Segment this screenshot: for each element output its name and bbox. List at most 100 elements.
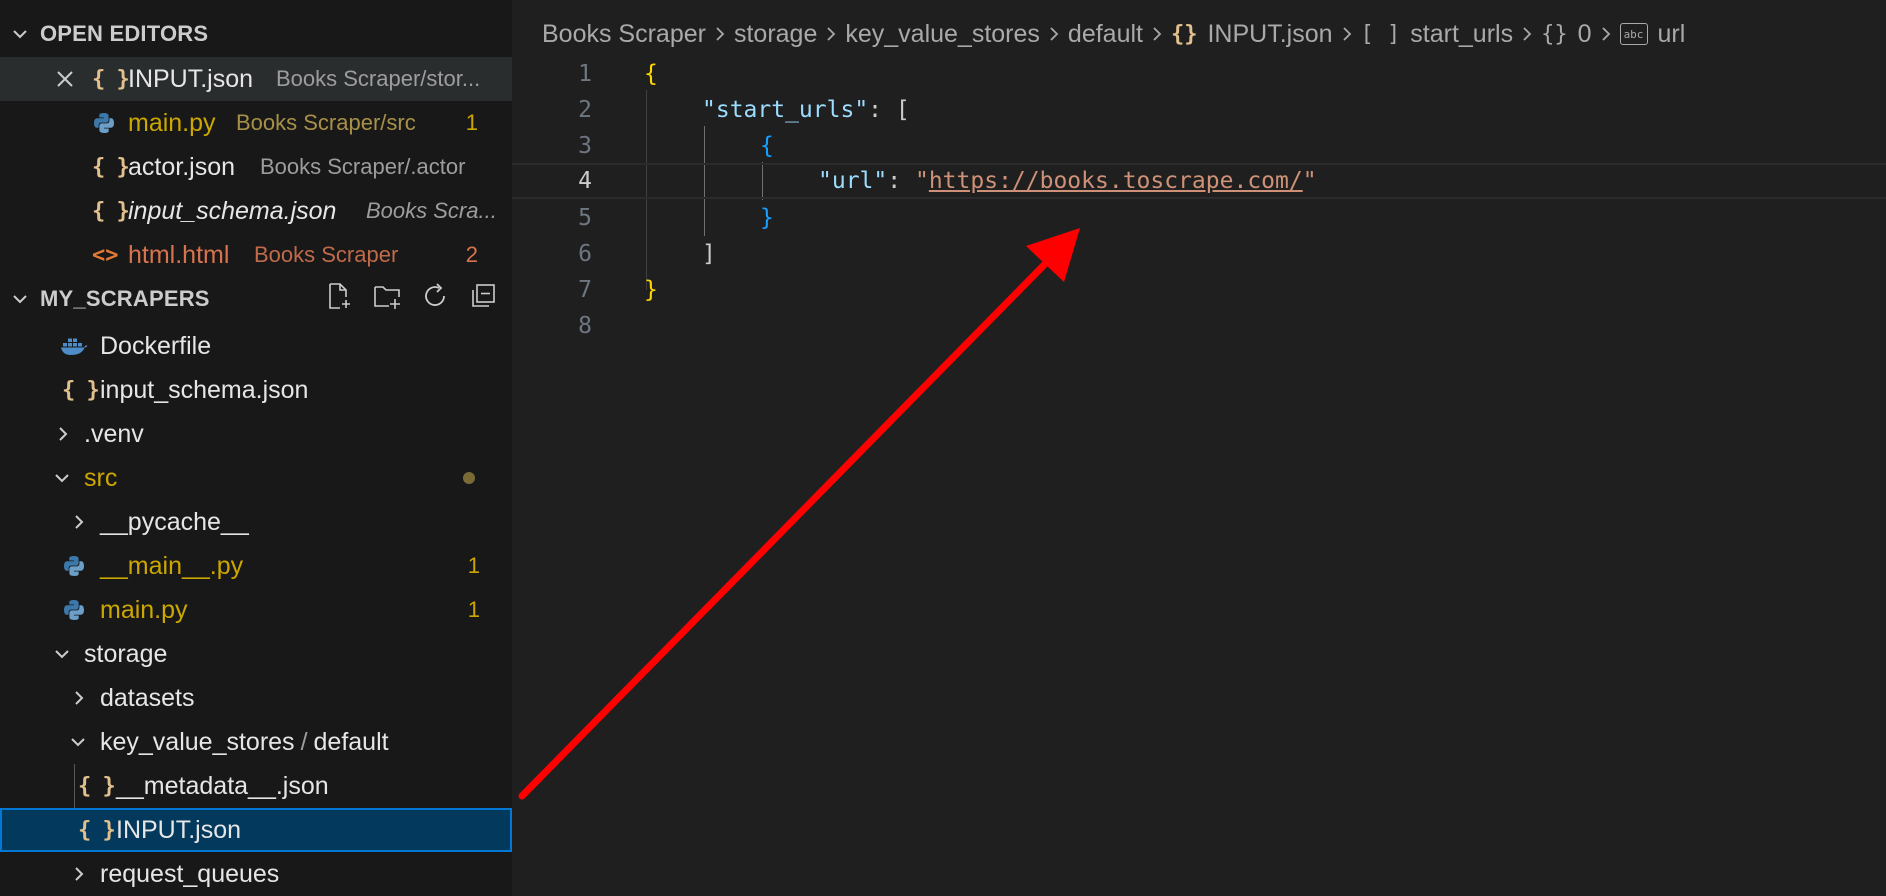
code-line-current[interactable]: 4 "url": "https://books.toscrape.com/" bbox=[512, 163, 1886, 199]
problem-count-badge: 2 bbox=[465, 242, 478, 267]
html-file-icon: <> bbox=[92, 242, 119, 268]
breadcrumb-item[interactable]: key_value_stores bbox=[845, 20, 1040, 49]
open-editor-item[interactable]: { } input_schema.json Books Scra... bbox=[0, 189, 512, 233]
open-editor-name: main.py bbox=[128, 108, 216, 137]
breadcrumb-item[interactable]: {} 0 bbox=[1541, 20, 1591, 49]
tree-item-src[interactable]: src bbox=[0, 456, 512, 500]
tree-item-label: storage bbox=[84, 639, 168, 668]
folder-name: key_value_stores bbox=[100, 727, 295, 756]
tree-item-dockerfile[interactable]: Dockerfile bbox=[0, 324, 512, 368]
chevron-right-icon bbox=[1592, 25, 1620, 43]
tree-item-key-value-stores[interactable]: key_value_stores / default bbox=[0, 720, 512, 764]
chevron-right-icon bbox=[1513, 25, 1541, 43]
breadcrumb-item[interactable]: Books Scraper bbox=[542, 20, 706, 49]
tree-item-dunder-main[interactable]: __main__.py 1 bbox=[0, 544, 512, 588]
tree-item-input-json[interactable]: { } INPUT.json bbox=[0, 808, 512, 852]
code-text: { bbox=[644, 61, 658, 87]
tree-item-label: INPUT.json bbox=[116, 815, 242, 844]
chevron-right-icon bbox=[706, 25, 734, 43]
explorer-sidebar: OPEN EDITORS { } INPUT.json Books Scrape… bbox=[0, 0, 512, 896]
chevron-down-icon bbox=[0, 24, 40, 44]
close-icon[interactable] bbox=[52, 66, 78, 92]
path-separator: / bbox=[300, 727, 308, 756]
open-editor-desc: Books Scraper/stor... bbox=[276, 66, 481, 91]
open-editor-name: INPUT.json bbox=[128, 64, 254, 93]
open-editor-item[interactable]: main.py Books Scraper/src 1 bbox=[0, 101, 512, 145]
tree-item-label: .venv bbox=[84, 419, 144, 448]
json-file-icon: { } bbox=[78, 817, 116, 843]
tree-item-request-queues[interactable]: request_queues bbox=[0, 852, 512, 896]
new-folder-icon[interactable] bbox=[372, 281, 402, 317]
url-link[interactable]: https://books.toscrape.com/ bbox=[929, 168, 1303, 194]
refresh-icon[interactable] bbox=[420, 281, 450, 317]
breadcrumb-item[interactable]: [ ] start_urls bbox=[1361, 20, 1514, 49]
tree-item-label: src bbox=[84, 463, 118, 492]
code-line[interactable]: 8 bbox=[512, 308, 1886, 344]
tree-item-datasets[interactable]: datasets bbox=[0, 676, 512, 720]
line-number: 4 bbox=[578, 168, 592, 194]
tree-item-main-py[interactable]: main.py 1 bbox=[0, 588, 512, 632]
open-editors-header[interactable]: OPEN EDITORS bbox=[0, 14, 512, 54]
json-key: "start_urls" bbox=[702, 97, 869, 123]
string-icon: abc bbox=[1619, 23, 1648, 45]
code-text: } bbox=[644, 277, 658, 303]
tree-item-storage[interactable]: storage bbox=[0, 632, 512, 676]
tree-item-pycache[interactable]: __pycache__ bbox=[0, 500, 512, 544]
json-file-icon: { } bbox=[78, 773, 116, 799]
tree-item-label: request_queues bbox=[100, 859, 280, 888]
open-editor-item[interactable]: <> html.html Books Scraper 2 bbox=[0, 233, 512, 277]
tree-item-label: key_value_stores / default bbox=[100, 720, 389, 764]
tree-item-metadata[interactable]: { } __metadata__.json bbox=[0, 764, 512, 808]
workspace-header[interactable]: MY_SCRAPERS bbox=[0, 279, 512, 319]
python-file-icon bbox=[62, 588, 86, 632]
line-number: 6 bbox=[578, 241, 592, 267]
modified-dot-icon bbox=[463, 472, 475, 484]
line-number: 5 bbox=[578, 205, 592, 231]
token: : bbox=[887, 168, 902, 194]
breadcrumb-label: 0 bbox=[1577, 19, 1592, 48]
code-line[interactable]: 5 } bbox=[512, 200, 1886, 236]
problem-count-badge: 1 bbox=[467, 597, 480, 622]
chevron-right-icon bbox=[1040, 25, 1068, 43]
code-text: { bbox=[760, 133, 774, 159]
new-file-icon[interactable] bbox=[324, 281, 354, 317]
open-editor-item[interactable]: { } actor.json Books Scraper/.actor bbox=[0, 145, 512, 189]
json-file-icon: {} bbox=[1170, 21, 1198, 47]
tree-item-label: Dockerfile bbox=[100, 331, 212, 360]
problem-count-badge: 1 bbox=[465, 110, 478, 135]
code-text: } bbox=[760, 205, 774, 231]
chevron-down-icon bbox=[52, 456, 72, 500]
line-number: 3 bbox=[578, 133, 592, 159]
code-text: "url": "https://books.toscrape.com/" bbox=[818, 168, 1317, 194]
code-line[interactable]: 1 { bbox=[512, 56, 1886, 92]
breadcrumb-item[interactable]: storage bbox=[734, 20, 817, 49]
code-line[interactable]: 6 ] bbox=[512, 236, 1886, 272]
tree-item-venv[interactable]: .venv bbox=[0, 412, 512, 456]
code-line[interactable]: 7 } bbox=[512, 272, 1886, 308]
code-line[interactable]: 2 "start_urls": [ bbox=[512, 92, 1886, 128]
tree-item-label: datasets bbox=[100, 683, 195, 712]
chevron-right-icon bbox=[1333, 25, 1361, 43]
token: } bbox=[760, 205, 774, 231]
breadcrumb-item[interactable]: default bbox=[1068, 20, 1143, 49]
breadcrumb-item[interactable]: abc url bbox=[1619, 20, 1685, 49]
token: " bbox=[1302, 168, 1317, 194]
tree-item-input-schema[interactable]: { } input_schema.json bbox=[0, 368, 512, 412]
json-file-icon: { } bbox=[62, 377, 100, 403]
line-number: 7 bbox=[578, 277, 592, 303]
breadcrumb-item[interactable]: {} INPUT.json bbox=[1171, 20, 1333, 49]
explorer-actions bbox=[324, 279, 498, 319]
open-editor-item[interactable]: { } INPUT.json Books Scraper/stor... bbox=[0, 57, 512, 101]
chevron-right-icon bbox=[1143, 25, 1171, 43]
json-file-icon: { } bbox=[92, 66, 130, 92]
python-file-icon bbox=[92, 101, 116, 145]
tree-item-label: __pycache__ bbox=[100, 507, 249, 536]
code-text: "start_urls": [ bbox=[702, 97, 910, 123]
array-icon: [ ] bbox=[1360, 21, 1401, 47]
code-line[interactable]: 3 { bbox=[512, 128, 1886, 164]
workspace-title: MY_SCRAPERS bbox=[40, 286, 210, 311]
token: : bbox=[868, 97, 883, 123]
tree-item-label: main.py bbox=[100, 595, 188, 624]
tree-item-label: input_schema.json bbox=[100, 375, 309, 404]
collapse-all-icon[interactable] bbox=[468, 281, 498, 317]
